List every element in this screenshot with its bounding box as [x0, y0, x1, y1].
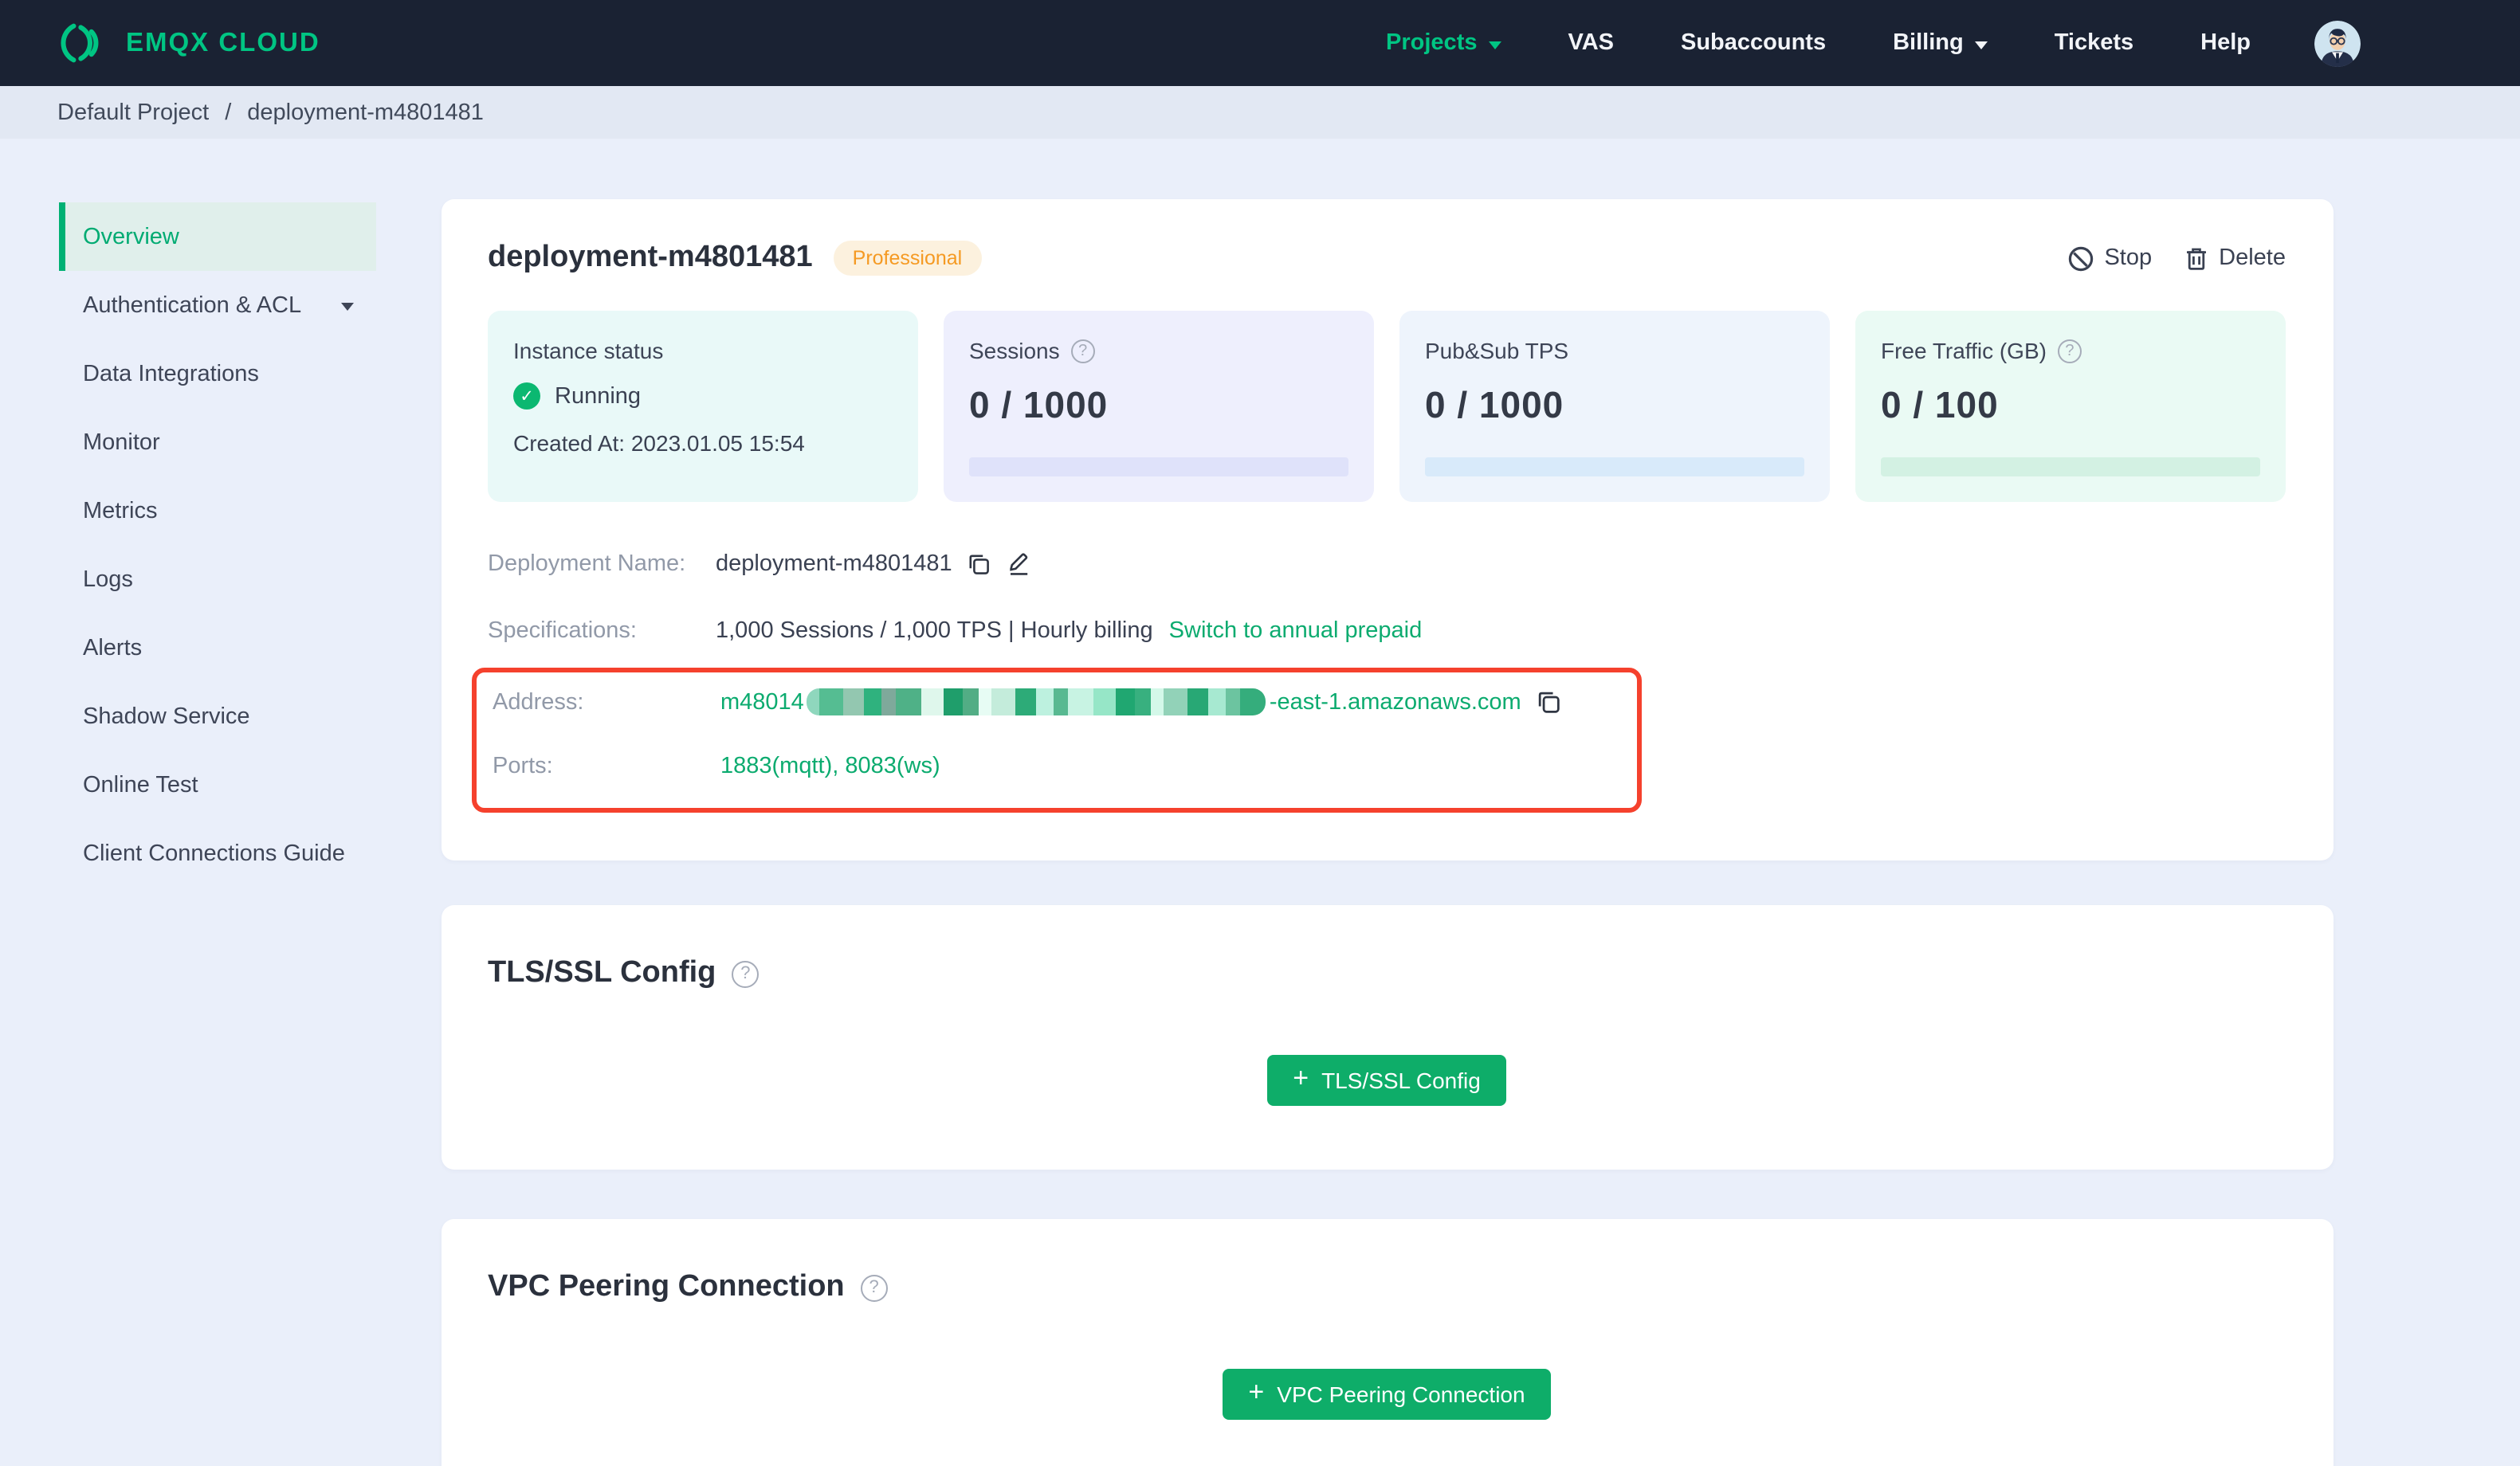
help-icon[interactable]: ?: [860, 1274, 888, 1301]
nav-help[interactable]: Help: [2200, 30, 2251, 56]
help-icon[interactable]: ?: [732, 960, 760, 987]
specifications-label: Specifications:: [488, 618, 637, 644]
breadcrumb-current: deployment-m4801481: [247, 100, 484, 125]
plus-icon: +: [1248, 1377, 1265, 1407]
nav-links: Projects VAS Subaccounts Billing Tickets…: [1386, 20, 2361, 66]
stop-button[interactable]: Stop: [2067, 245, 2152, 272]
sidebar-item-metrics[interactable]: Metrics: [59, 476, 376, 545]
tps-label: Pub&Sub TPS: [1425, 338, 1569, 363]
copy-deployment-name-button[interactable]: [967, 551, 992, 576]
tps-value: 0 / 1000: [1425, 384, 1564, 425]
emqx-logo-icon: [61, 23, 99, 63]
instance-status-value: Running: [555, 383, 642, 409]
traffic-value: 0 / 100: [1881, 384, 1999, 425]
sidebar-item-monitor[interactable]: Monitor: [59, 408, 376, 476]
switch-annual-prepaid-link[interactable]: Switch to annual prepaid: [1169, 618, 1423, 644]
chevron-down-icon: [341, 303, 354, 311]
nav-projects[interactable]: Projects: [1386, 30, 1501, 56]
copy-icon: [1539, 692, 1560, 713]
nav-billing[interactable]: Billing: [1893, 30, 1988, 56]
free-traffic-card: Free Traffic (GB) ? 0 / 100: [1855, 311, 2286, 502]
plan-badge: Professional: [833, 241, 982, 276]
copy-icon: [970, 554, 990, 574]
chevron-down-icon: [1488, 41, 1501, 49]
instance-status-label: Instance status: [513, 338, 664, 363]
created-at: Created At: 2023.01.05 15:54: [513, 430, 805, 456]
sidebar-item-authentication-acl[interactable]: Authentication & ACL: [59, 271, 376, 339]
delete-button[interactable]: Delete: [2184, 245, 2286, 272]
deployment-name-label: Deployment Name:: [488, 551, 686, 576]
tps-progress-bar: [1425, 457, 1804, 476]
sessions-value: 0 / 1000: [969, 384, 1109, 425]
specifications-value: 1,000 Sessions / 1,000 TPS | Hourly bill…: [716, 618, 1153, 644]
sessions-progress-bar: [969, 457, 1348, 476]
breadcrumb-project[interactable]: Default Project: [57, 100, 209, 125]
nav-tickets[interactable]: Tickets: [2055, 30, 2133, 56]
pubsub-tps-card: Pub&Sub TPS 0 / 1000: [1399, 311, 1830, 502]
deployment-name-value: deployment-m4801481: [716, 551, 952, 576]
sidebar-item-shadow-service[interactable]: Shadow Service: [59, 682, 376, 751]
help-icon[interactable]: ?: [2057, 339, 2082, 363]
traffic-label: Free Traffic (GB): [1881, 338, 2047, 363]
sidebar-item-data-integrations[interactable]: Data Integrations: [59, 339, 376, 408]
ports-label: Ports:: [493, 754, 553, 779]
sidebar-item-logs[interactable]: Logs: [59, 545, 376, 613]
sidebar: Overview Authentication & ACL Data Integ…: [59, 202, 376, 888]
top-navbar: EMQX CLOUD Projects VAS Subaccounts Bill…: [0, 0, 2520, 86]
plus-icon: +: [1293, 1063, 1309, 1093]
tls-ssl-section-card: TLS/SSL Config ? + TLS/SSL Config: [442, 905, 2334, 1170]
edit-pen-icon: [1010, 553, 1028, 575]
address-label: Address:: [493, 689, 584, 715]
sidebar-item-client-connections-guide[interactable]: Client Connections Guide: [59, 819, 376, 888]
sidebar-item-overview[interactable]: Overview: [59, 202, 376, 271]
vpc-peering-section-card: VPC Peering Connection ? + VPC Peering C…: [442, 1219, 2334, 1466]
help-icon[interactable]: ?: [1070, 339, 1095, 363]
brand-logo[interactable]: EMQX CLOUD: [57, 19, 320, 67]
app-window: EMQX CLOUD Projects VAS Subaccounts Bill…: [0, 0, 2520, 1466]
breadcrumb-separator: /: [225, 100, 232, 125]
trash-icon: [2187, 247, 2207, 269]
address-suffix: -east-1.amazonaws.com: [1269, 689, 1521, 715]
running-check-icon: ✓: [513, 382, 540, 410]
vpc-section-title: VPC Peering Connection: [488, 1270, 845, 1303]
add-vpc-peering-connection-button[interactable]: + VPC Peering Connection: [1223, 1369, 1551, 1420]
copy-address-button[interactable]: [1536, 688, 1563, 715]
breadcrumb: Default Project / deployment-m4801481: [0, 86, 2520, 139]
deployment-overview-card: deployment-m4801481 Professional Stop De…: [442, 199, 2334, 860]
sidebar-item-online-test[interactable]: Online Test: [59, 751, 376, 819]
annotation-highlight-box: Address: m48014 -east-1.amazonaws.com Po…: [472, 668, 1642, 813]
ports-value: 1883(mqtt), 8083(ws): [720, 754, 940, 779]
sidebar-item-alerts[interactable]: Alerts: [59, 613, 376, 682]
stop-icon: [2069, 245, 2094, 271]
chevron-down-icon: [1974, 41, 1988, 49]
nav-subaccounts[interactable]: Subaccounts: [1681, 30, 1826, 56]
traffic-progress-bar: [1881, 457, 2260, 476]
user-avatar[interactable]: [2314, 20, 2361, 66]
edit-deployment-name-button[interactable]: [1007, 550, 1032, 577]
instance-status-card: Instance status ✓ Running Created At: 20…: [488, 311, 918, 502]
deployment-title: deployment-m4801481: [488, 241, 813, 274]
add-tls-ssl-config-button[interactable]: + TLS/SSL Config: [1267, 1055, 1506, 1106]
sessions-label: Sessions: [969, 338, 1060, 363]
brand-name: EMQX CLOUD: [126, 28, 320, 57]
address-prefix: m48014: [720, 689, 804, 715]
sessions-card: Sessions ? 0 / 1000: [944, 311, 1374, 502]
tls-section-title: TLS/SSL Config: [488, 956, 716, 990]
address-redacted-mosaic: [807, 688, 1266, 715]
nav-vas[interactable]: VAS: [1568, 30, 1615, 56]
